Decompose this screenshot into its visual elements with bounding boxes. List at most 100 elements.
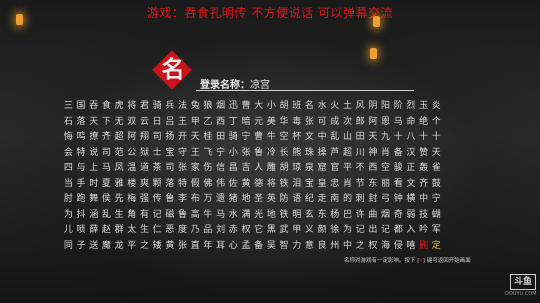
char-key[interactable]: 川: [354, 146, 367, 162]
char-key[interactable]: 撩: [87, 130, 100, 146]
char-key[interactable]: 义: [303, 223, 316, 239]
char-key[interactable]: 佐: [227, 177, 240, 193]
char-key[interactable]: 的: [341, 192, 354, 208]
char-key[interactable]: 中: [316, 130, 329, 146]
char-key[interactable]: 唢: [75, 223, 88, 239]
char-key[interactable]: 中: [341, 239, 354, 255]
char-key[interactable]: 阳: [379, 99, 392, 115]
char-key[interactable]: 十: [417, 130, 430, 146]
char-key[interactable]: 特: [176, 177, 189, 193]
char-key[interactable]: 佛: [202, 177, 215, 193]
char-key[interactable]: 弓: [379, 192, 392, 208]
char-key[interactable]: 骏: [392, 161, 405, 177]
char-key[interactable]: 宁: [430, 192, 443, 208]
char-key[interactable]: 伤: [202, 161, 215, 177]
char-key[interactable]: 张: [240, 146, 253, 162]
char-key[interactable]: 窟: [316, 161, 329, 177]
char-key[interactable]: 假: [189, 177, 202, 193]
char-key[interactable]: 九: [379, 130, 392, 146]
char-key[interactable]: 记: [151, 208, 164, 224]
char-key[interactable]: 小: [265, 99, 278, 115]
char-key[interactable]: 文: [303, 130, 316, 146]
char-key[interactable]: 南: [328, 192, 341, 208]
char-key[interactable]: 都: [392, 223, 405, 239]
char-key[interactable]: 备: [392, 146, 405, 162]
char-key[interactable]: 防: [278, 192, 291, 208]
char-key[interactable]: 矮: [151, 239, 164, 255]
char-key[interactable]: 将: [125, 99, 138, 115]
char-key[interactable]: 巴: [341, 208, 354, 224]
char-key[interactable]: 同: [62, 239, 75, 255]
char-key[interactable]: 跑: [75, 192, 88, 208]
char-key[interactable]: 家: [189, 161, 202, 177]
char-key[interactable]: 吞: [87, 99, 100, 115]
char-key[interactable]: 水: [316, 99, 329, 115]
char-key[interactable]: 恩: [379, 115, 392, 131]
char-key[interactable]: 当: [62, 177, 75, 193]
delete-key[interactable]: 删: [417, 239, 430, 255]
char-key[interactable]: 鲁: [176, 208, 189, 224]
char-key[interactable]: 绝: [417, 115, 430, 131]
char-key[interactable]: 蝴: [430, 208, 443, 224]
char-key[interactable]: 熊: [290, 146, 303, 162]
char-key[interactable]: 虎: [113, 99, 126, 115]
char-key[interactable]: 土: [341, 99, 354, 115]
char-key[interactable]: 炎: [430, 99, 443, 115]
char-key[interactable]: 角: [125, 208, 138, 224]
char-key[interactable]: 肖: [379, 146, 392, 162]
char-key[interactable]: 度: [176, 223, 189, 239]
char-key[interactable]: 智: [278, 239, 291, 255]
char-key[interactable]: 天: [87, 115, 100, 131]
char-key[interactable]: 先: [113, 192, 126, 208]
char-key[interactable]: 天: [430, 146, 443, 162]
char-key[interactable]: 迅: [227, 99, 240, 115]
char-key[interactable]: 入: [405, 223, 418, 239]
char-key[interactable]: 为: [341, 223, 354, 239]
char-key[interactable]: 记: [379, 223, 392, 239]
char-key[interactable]: 东: [316, 208, 329, 224]
char-key[interactable]: 鸣: [75, 130, 88, 146]
char-key[interactable]: 说: [87, 146, 100, 162]
char-key[interactable]: 与: [75, 161, 88, 177]
char-key[interactable]: 记: [354, 223, 367, 239]
char-key[interactable]: 年: [202, 239, 215, 255]
char-key[interactable]: 三: [62, 99, 75, 115]
char-key[interactable]: 儿: [62, 223, 75, 239]
char-key[interactable]: 奇: [392, 208, 405, 224]
char-key[interactable]: 圣: [252, 192, 265, 208]
char-key[interactable]: 司: [100, 146, 113, 162]
char-key[interactable]: 群: [113, 223, 126, 239]
char-key[interactable]: 涵: [87, 208, 100, 224]
char-key[interactable]: 凤: [113, 161, 126, 177]
char-key[interactable]: 八: [405, 130, 418, 146]
char-key[interactable]: 乱: [100, 208, 113, 224]
char-key[interactable]: 军: [430, 223, 443, 239]
char-key[interactable]: 郎: [354, 115, 367, 131]
char-key[interactable]: 出: [367, 223, 380, 239]
char-key[interactable]: 雕: [265, 161, 278, 177]
char-key[interactable]: 曹: [240, 99, 253, 115]
char-key[interactable]: 悔: [62, 130, 75, 146]
char-key[interactable]: 官: [328, 161, 341, 177]
char-key[interactable]: 力: [290, 239, 303, 255]
char-key[interactable]: 恶: [164, 223, 177, 239]
char-key[interactable]: 雅: [113, 177, 126, 193]
char-key[interactable]: 封: [367, 192, 380, 208]
char-key[interactable]: 张: [303, 115, 316, 131]
char-key[interactable]: 无: [113, 115, 126, 131]
char-key[interactable]: 马: [214, 208, 227, 224]
char-key[interactable]: 吕: [164, 115, 177, 131]
char-key[interactable]: 泪: [290, 177, 303, 193]
char-key[interactable]: 司: [151, 130, 164, 146]
char-key[interactable]: 李: [176, 192, 189, 208]
char-key[interactable]: 万: [202, 192, 215, 208]
char-key[interactable]: 刺: [354, 192, 367, 208]
char-key[interactable]: 曹: [252, 130, 265, 146]
char-key[interactable]: 魔: [100, 239, 113, 255]
char-key[interactable]: 牛: [202, 208, 215, 224]
char-key[interactable]: 宁: [240, 130, 253, 146]
char-key[interactable]: 烈: [405, 99, 418, 115]
char-key[interactable]: 时: [87, 177, 100, 193]
char-key[interactable]: 曲: [367, 208, 380, 224]
char-key[interactable]: 法: [176, 99, 189, 115]
